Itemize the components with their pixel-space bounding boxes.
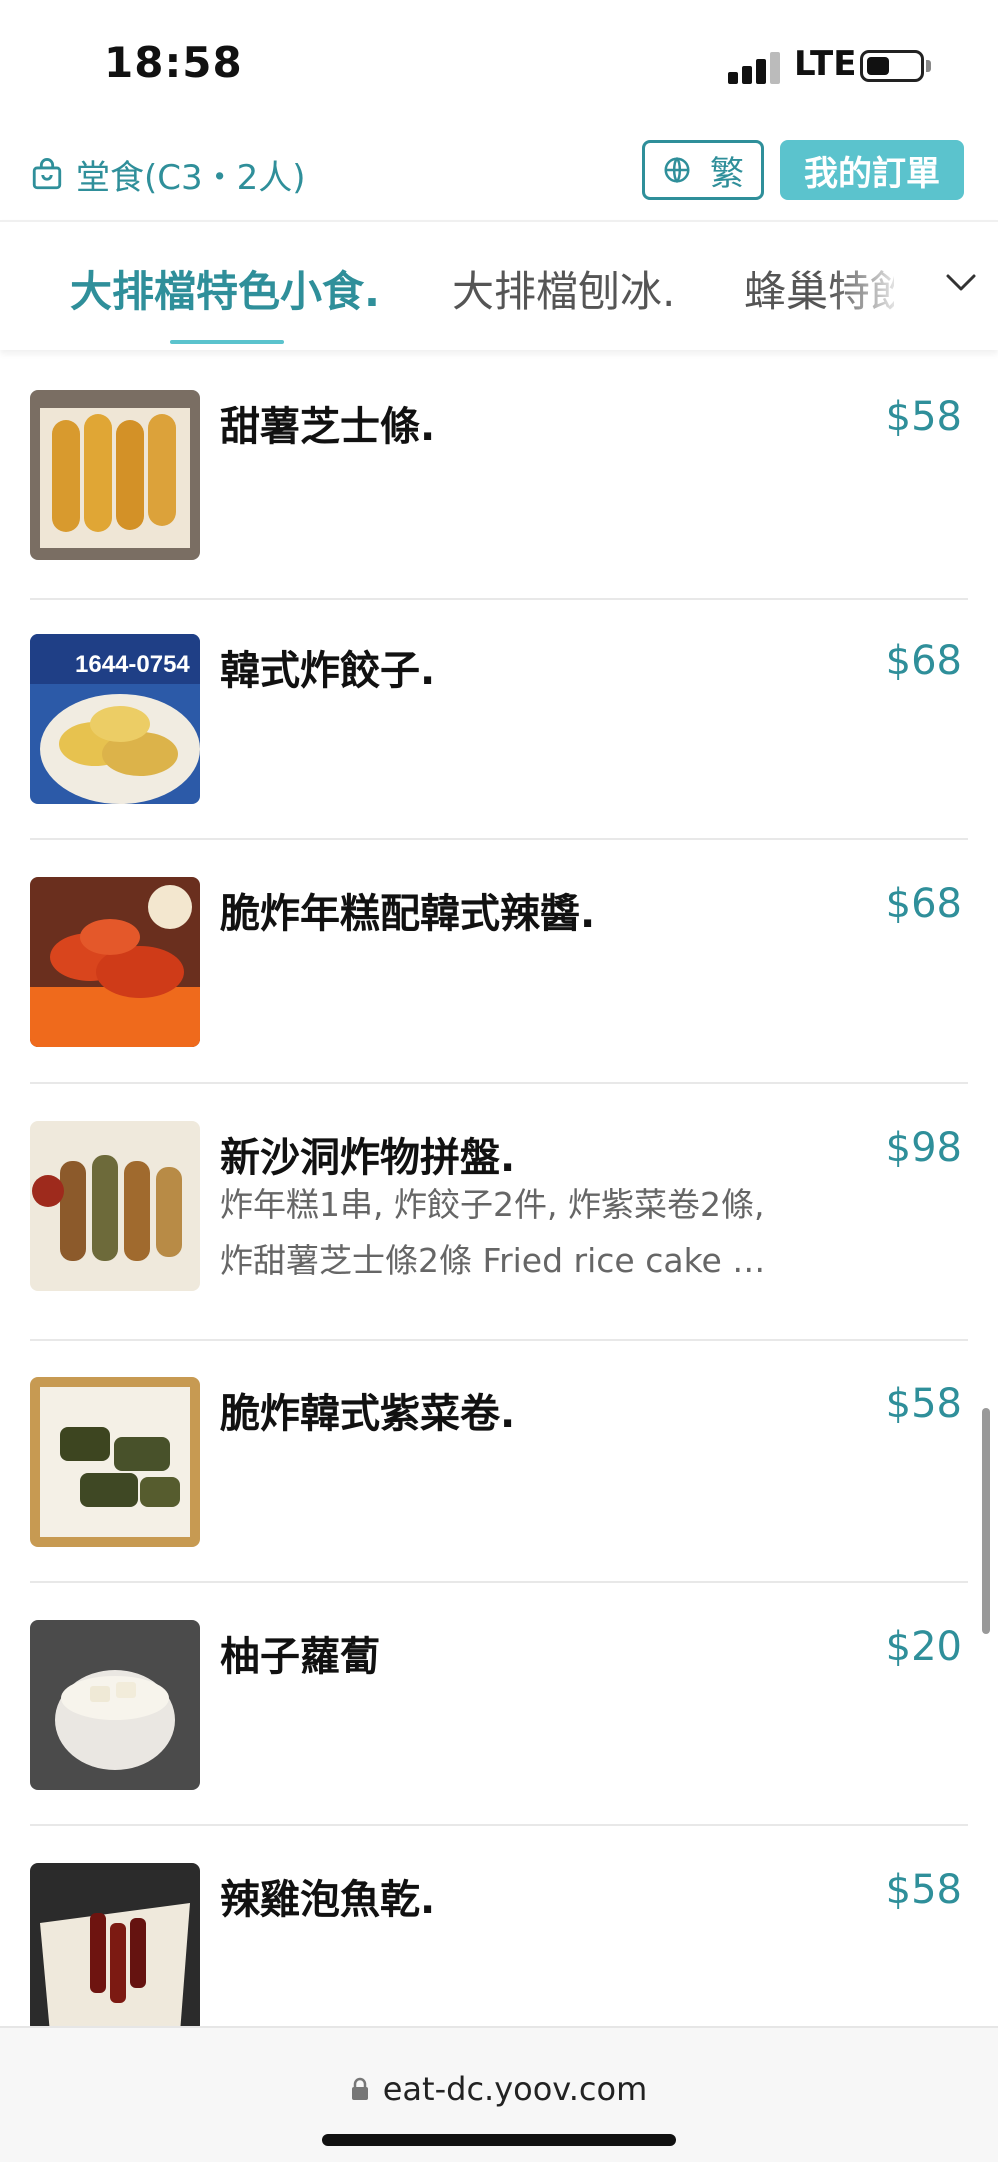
item-description: 炸年糕1串, 炸餃子2件, 炸紫菜卷2條, 炸甜薯芝士條2條 Fried ric… (220, 1177, 810, 1289)
divider (30, 838, 968, 840)
url-display[interactable]: eat-dc.yoov.com (0, 2070, 998, 2108)
item-name: 脆炸年糕配韓式辣醬. (220, 891, 596, 937)
active-tab-indicator (170, 340, 284, 344)
battery-icon (860, 50, 924, 82)
divider (30, 1339, 968, 1341)
category-tabs: 大排檔特色小食. 大排檔刨冰. 蜂巢特飲 (0, 220, 998, 350)
network-type: LTE (794, 44, 857, 84)
item-description-line: 炸甜薯芝士條2條 Fried rice cake … (220, 1241, 766, 1280)
home-indicator[interactable] (322, 2134, 676, 2146)
item-name: 柚子蘿蔔 (220, 1634, 380, 1680)
item-name: 甜薯芝士條. (220, 404, 436, 450)
lock-icon (351, 2077, 368, 2100)
item-photo: 1644-0754 (30, 634, 200, 804)
language-button[interactable]: 繁 (642, 140, 764, 200)
item-photo (30, 390, 200, 560)
status-bar: 18:58 LTE (0, 0, 998, 120)
item-name: 脆炸韓式紫菜卷. (220, 1391, 516, 1437)
scrollbar-thumb[interactable] (982, 1408, 990, 1634)
item-price: $58 (885, 1381, 962, 1427)
item-photo (30, 877, 200, 1047)
item-price: $68 (885, 638, 962, 684)
globe-icon (664, 156, 690, 184)
bag-icon (32, 157, 62, 189)
item-photo (30, 1121, 200, 1291)
item-price: $58 (885, 394, 962, 440)
signal-icon (728, 50, 784, 84)
status-time: 18:58 (104, 38, 243, 87)
item-description-line: 炸年糕1串, 炸餃子2件, 炸紫菜卷2條, (220, 1185, 765, 1224)
item-price: $68 (885, 881, 962, 927)
item-price: $98 (885, 1125, 962, 1171)
item-photo (30, 1377, 200, 1547)
item-photo (30, 1620, 200, 1790)
divider (30, 1082, 968, 1084)
divider (30, 1824, 968, 1826)
tab-shaved-ice[interactable]: 大排檔刨冰. (452, 258, 675, 319)
photo-sign-text: 1644-0754 (75, 651, 190, 678)
item-price: $20 (885, 1624, 962, 1670)
divider (30, 1581, 968, 1583)
chevron-down-icon[interactable] (944, 270, 978, 294)
language-label: 繁 (710, 153, 744, 194)
tab-snacks[interactable]: 大排檔特色小食. (70, 258, 380, 319)
tab-fade (830, 222, 940, 350)
item-name: 新沙洞炸物拼盤. (220, 1135, 516, 1181)
item-name: 韓式炸餃子. (220, 648, 436, 694)
app-header: 堂食(C3・2人) 繁 我的訂單 (0, 120, 998, 220)
item-photo (30, 1863, 200, 2033)
browser-address-bar[interactable]: eat-dc.yoov.com (0, 2026, 998, 2162)
divider (30, 598, 968, 600)
item-name: 辣雞泡魚乾. (220, 1877, 436, 1923)
dine-in-label: 堂食(C3・2人) (76, 158, 306, 198)
my-orders-button[interactable]: 我的訂單 (780, 140, 964, 200)
dine-in-info[interactable]: 堂食(C3・2人) (30, 150, 306, 199)
url-text: eat-dc.yoov.com (382, 2070, 648, 2108)
item-price: $58 (885, 1867, 962, 1913)
battery-cap (926, 60, 931, 72)
